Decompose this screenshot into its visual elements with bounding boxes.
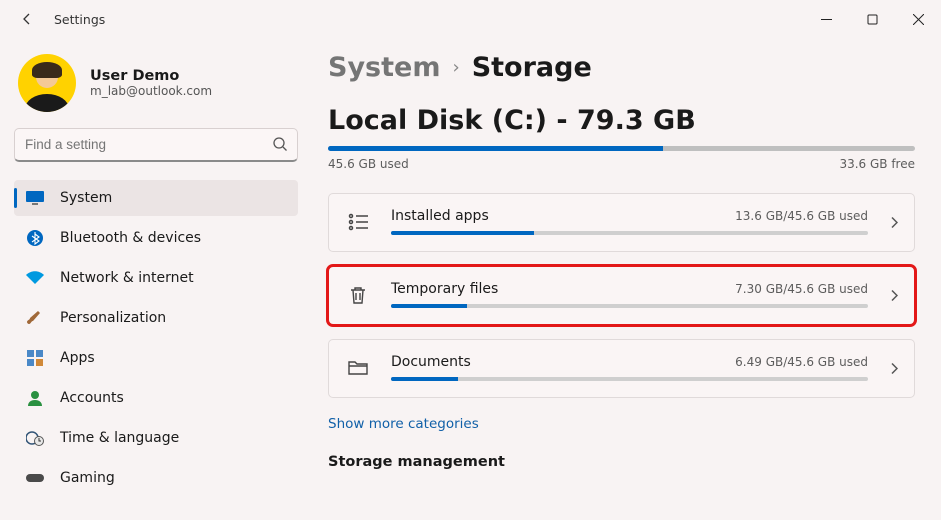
nav-label: Personalization xyxy=(60,310,166,326)
category-usage: 13.6 GB/45.6 GB used xyxy=(735,209,868,223)
category-usage: 6.49 GB/45.6 GB used xyxy=(735,355,868,369)
chevron-right-icon: › xyxy=(452,57,459,78)
breadcrumb-parent[interactable]: System xyxy=(328,52,440,83)
person-icon xyxy=(26,389,44,407)
close-button[interactable] xyxy=(895,2,941,36)
content-area: System › Storage Local Disk (C:) - 79.3 … xyxy=(310,38,941,520)
storage-category-temporary-files[interactable]: Temporary files 7.30 GB/45.6 GB used xyxy=(328,266,915,325)
profile-email: m_lab@outlook.com xyxy=(90,84,212,98)
breadcrumb: System › Storage xyxy=(328,52,915,83)
disk-used-label: 45.6 GB used xyxy=(328,157,409,171)
back-button[interactable] xyxy=(18,10,36,28)
sidebar-item-accounts[interactable]: Accounts xyxy=(14,380,298,416)
nav-label: Gaming xyxy=(60,470,115,486)
sidebar-item-gaming[interactable]: Gaming xyxy=(14,460,298,496)
storage-category-documents[interactable]: Documents 6.49 GB/45.6 GB used xyxy=(328,339,915,398)
disk-usage-fill xyxy=(328,146,663,151)
gamepad-icon xyxy=(26,469,44,487)
profile-name: User Demo xyxy=(90,68,212,84)
category-title: Installed apps xyxy=(391,208,489,224)
sidebar-item-personalization[interactable]: Personalization xyxy=(14,300,298,336)
sidebar-item-bluetooth[interactable]: Bluetooth & devices xyxy=(14,220,298,256)
bluetooth-icon xyxy=(26,229,44,247)
nav-label: Bluetooth & devices xyxy=(60,230,201,246)
search-icon xyxy=(272,136,288,156)
chevron-right-icon xyxy=(890,213,898,232)
category-title: Documents xyxy=(391,354,471,370)
category-usage: 7.30 GB/45.6 GB used xyxy=(735,282,868,296)
trash-icon xyxy=(347,285,369,305)
minimize-button[interactable] xyxy=(803,2,849,36)
chevron-right-icon xyxy=(890,359,898,378)
disk-title: Local Disk (C:) - 79.3 GB xyxy=(328,105,915,136)
window-title: Settings xyxy=(54,12,105,27)
search-input[interactable] xyxy=(14,128,298,162)
nav-list: System Bluetooth & devices Network & int… xyxy=(14,180,298,496)
disk-free-label: 33.6 GB free xyxy=(839,157,915,171)
profile-block[interactable]: User Demo m_lab@outlook.com xyxy=(18,54,298,112)
maximize-button[interactable] xyxy=(849,2,895,36)
wifi-icon xyxy=(26,269,44,287)
disk-usage-bar xyxy=(328,146,915,151)
sidebar-item-system[interactable]: System xyxy=(14,180,298,216)
apps-icon xyxy=(26,349,44,367)
nav-label: System xyxy=(60,190,112,206)
sidebar-item-network[interactable]: Network & internet xyxy=(14,260,298,296)
brush-icon xyxy=(26,309,44,327)
sidebar: User Demo m_lab@outlook.com System Bluet… xyxy=(0,38,310,520)
category-title: Temporary files xyxy=(391,281,498,297)
breadcrumb-current: Storage xyxy=(472,52,592,83)
avatar xyxy=(18,54,76,112)
clock-globe-icon xyxy=(26,429,44,447)
category-bar xyxy=(391,377,868,381)
search-box xyxy=(14,128,298,162)
folder-icon xyxy=(347,360,369,376)
nav-label: Apps xyxy=(60,350,95,366)
nav-label: Network & internet xyxy=(60,270,194,286)
storage-management-heading: Storage management xyxy=(328,454,915,470)
show-more-link[interactable]: Show more categories xyxy=(328,416,479,432)
titlebar: Settings xyxy=(0,0,941,38)
nav-label: Accounts xyxy=(60,390,124,406)
category-bar xyxy=(391,304,868,308)
chevron-right-icon xyxy=(890,286,898,305)
category-bar xyxy=(391,231,868,235)
list-icon xyxy=(347,213,369,231)
sidebar-item-apps[interactable]: Apps xyxy=(14,340,298,376)
storage-category-installed-apps[interactable]: Installed apps 13.6 GB/45.6 GB used xyxy=(328,193,915,252)
sidebar-item-time-language[interactable]: Time & language xyxy=(14,420,298,456)
nav-label: Time & language xyxy=(60,430,179,446)
monitor-icon xyxy=(26,189,44,207)
